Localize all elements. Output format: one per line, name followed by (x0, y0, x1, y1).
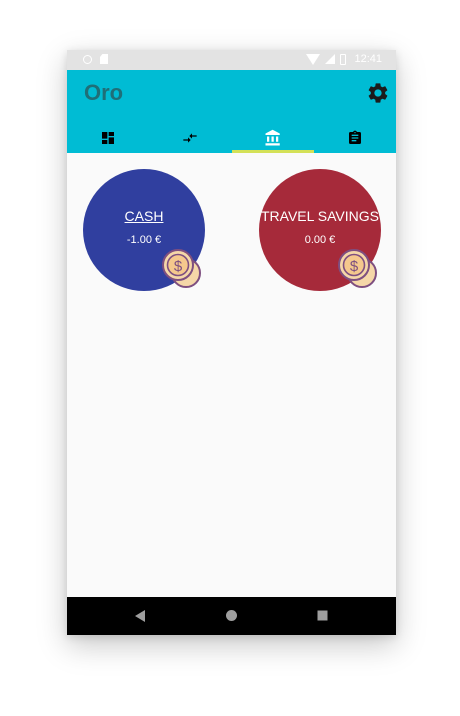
recents-icon[interactable] (317, 610, 328, 621)
dashboard-icon (102, 131, 115, 144)
tab-dashboard[interactable] (67, 122, 149, 153)
tab-bar (67, 122, 396, 153)
tab-transfers[interactable] (149, 122, 231, 153)
wifi-icon (306, 53, 321, 65)
bank-icon (265, 129, 280, 145)
transfer-icon (183, 132, 198, 143)
tab-accounts[interactable] (232, 122, 314, 153)
app-bar: Oro (67, 70, 396, 153)
account-name: CASH (124, 208, 164, 224)
sd-card-icon (100, 54, 108, 64)
settings-button[interactable] (366, 81, 390, 105)
gear-icon (368, 83, 388, 103)
clipboard-icon (348, 130, 361, 144)
svg-text:$: $ (350, 258, 359, 275)
tab-reports[interactable] (314, 122, 396, 153)
account-name: TRAVEL SAVINGS (261, 208, 379, 224)
status-left-icons (83, 54, 108, 64)
home-icon[interactable] (225, 609, 238, 622)
status-right-icons: 12:41 (306, 53, 382, 65)
account-card-cash[interactable]: CASH -1.00 € $ (83, 169, 205, 291)
accounts-list: CASH -1.00 € $ TRAVEL SAVINGS 0.00 € $ + (67, 153, 396, 597)
coins-icon: $ (338, 249, 377, 288)
status-time: 12:41 (354, 53, 382, 65)
coins-icon: $ (162, 249, 201, 288)
account-card-travel-savings[interactable]: TRAVEL SAVINGS 0.00 € $ (259, 169, 381, 291)
battery-icon (340, 53, 347, 65)
circle-icon (83, 54, 92, 64)
status-bar: 12:41 (67, 50, 396, 70)
system-nav-bar (67, 597, 396, 635)
app-title: Oro (84, 80, 124, 105)
back-icon[interactable] (134, 609, 146, 623)
svg-text:$: $ (174, 258, 183, 275)
phone-screen: 12:41 Oro CASH -1.00 € $ TRAVEL SAVINGS … (67, 50, 396, 635)
signal-icon (325, 54, 336, 64)
